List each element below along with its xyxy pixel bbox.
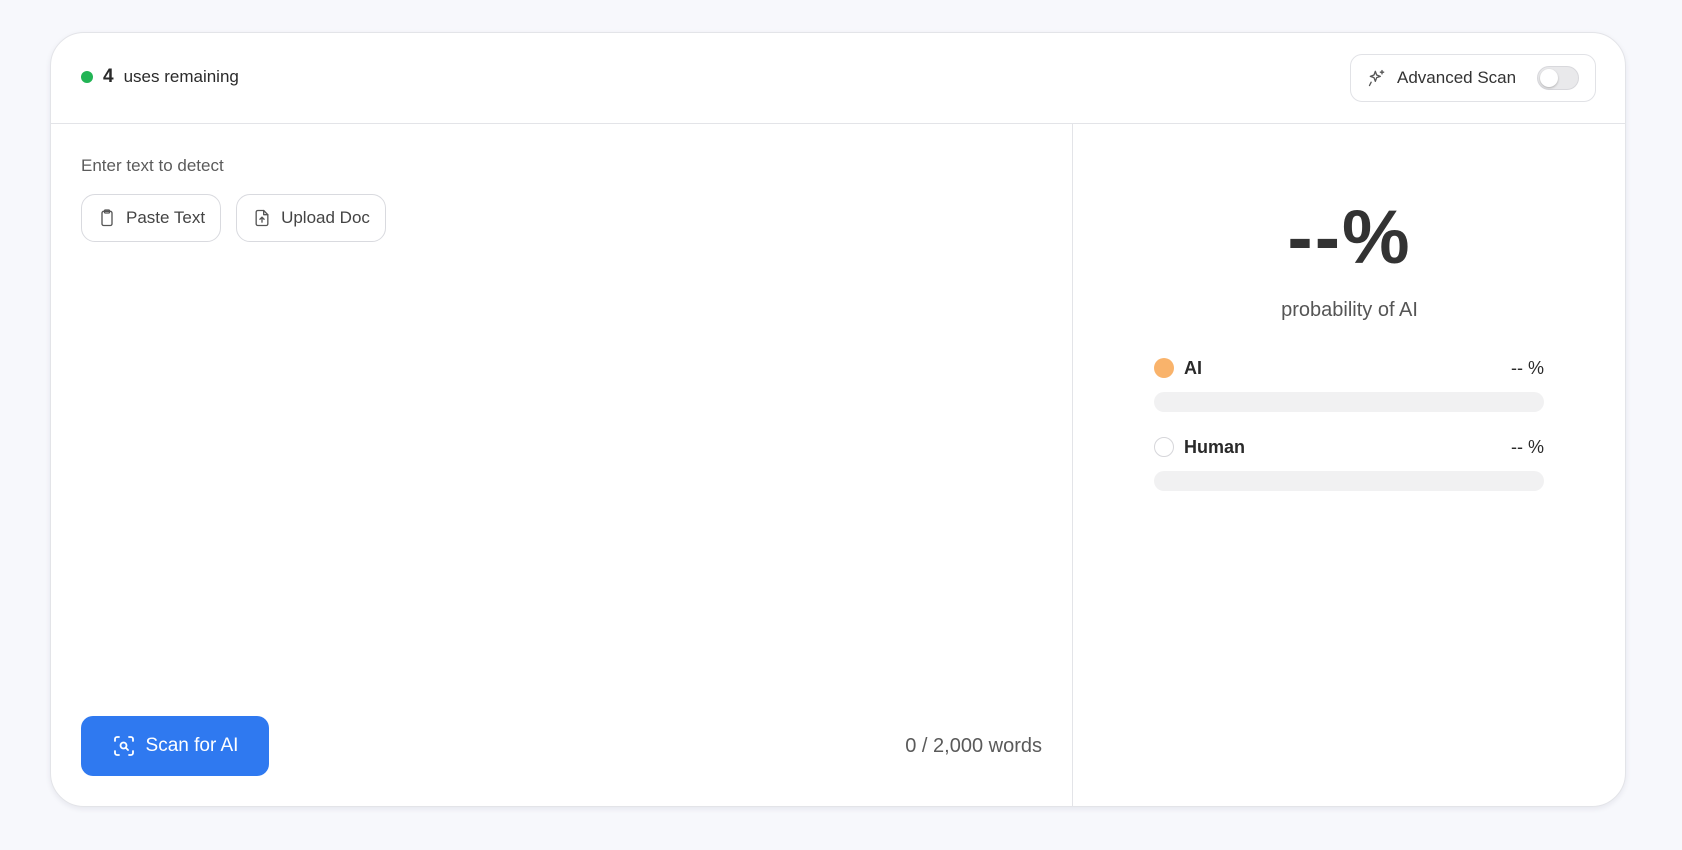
paste-text-label: Paste Text [126,208,206,227]
uses-remaining: 4 uses remaining [81,66,239,88]
ai-metric: AI -- % [1154,357,1544,412]
ai-metric-name: AI [1184,357,1202,378]
toggle-knob [1540,69,1558,87]
ai-probability-value: --% [1287,195,1412,280]
sparkles-icon [1368,69,1385,87]
file-upload-icon [255,209,269,227]
scan-for-ai-label: Scan for AI [145,735,239,756]
uses-count: 4 [103,66,114,87]
ai-metric-value: -- % [1511,357,1544,378]
results-panel: --% probability of AI AI -- % Human -- % [1074,124,1625,806]
word-count: 0 / 2,000 words [905,735,1042,757]
human-legend-dot [1154,437,1174,457]
ai-progress-bar [1154,392,1544,412]
detector-card: 4 uses remaining Advanced Scan Enter tex… [50,32,1626,807]
upload-doc-button[interactable]: Upload Doc [236,194,386,242]
ai-probability-label: probability of AI [1281,299,1418,321]
human-metric: Human -- % [1154,436,1544,491]
human-progress-bar [1154,471,1544,491]
paste-text-button[interactable]: Paste Text [81,194,222,242]
input-prompt: Enter text to detect [81,156,224,175]
advanced-scan-toggle[interactable] [1537,66,1579,90]
scan-for-ai-button[interactable]: Scan for AI [81,716,269,776]
advanced-scan-control[interactable]: Advanced Scan [1350,54,1596,102]
ai-legend-dot [1154,358,1174,378]
clipboard-icon [101,209,113,227]
card-header: 4 uses remaining Advanced Scan [51,33,1625,124]
text-input-panel[interactable]: Enter text to detect Paste Text Upload D… [51,124,1073,806]
human-metric-value: -- % [1511,436,1544,457]
human-metric-name: Human [1184,436,1246,457]
upload-doc-label: Upload Doc [281,208,370,227]
scan-search-icon [113,736,134,756]
input-actions: Paste Text Upload Doc [81,194,386,242]
uses-label: uses remaining [123,67,239,86]
status-dot [81,71,93,83]
advanced-scan-label: Advanced Scan [1397,68,1517,87]
